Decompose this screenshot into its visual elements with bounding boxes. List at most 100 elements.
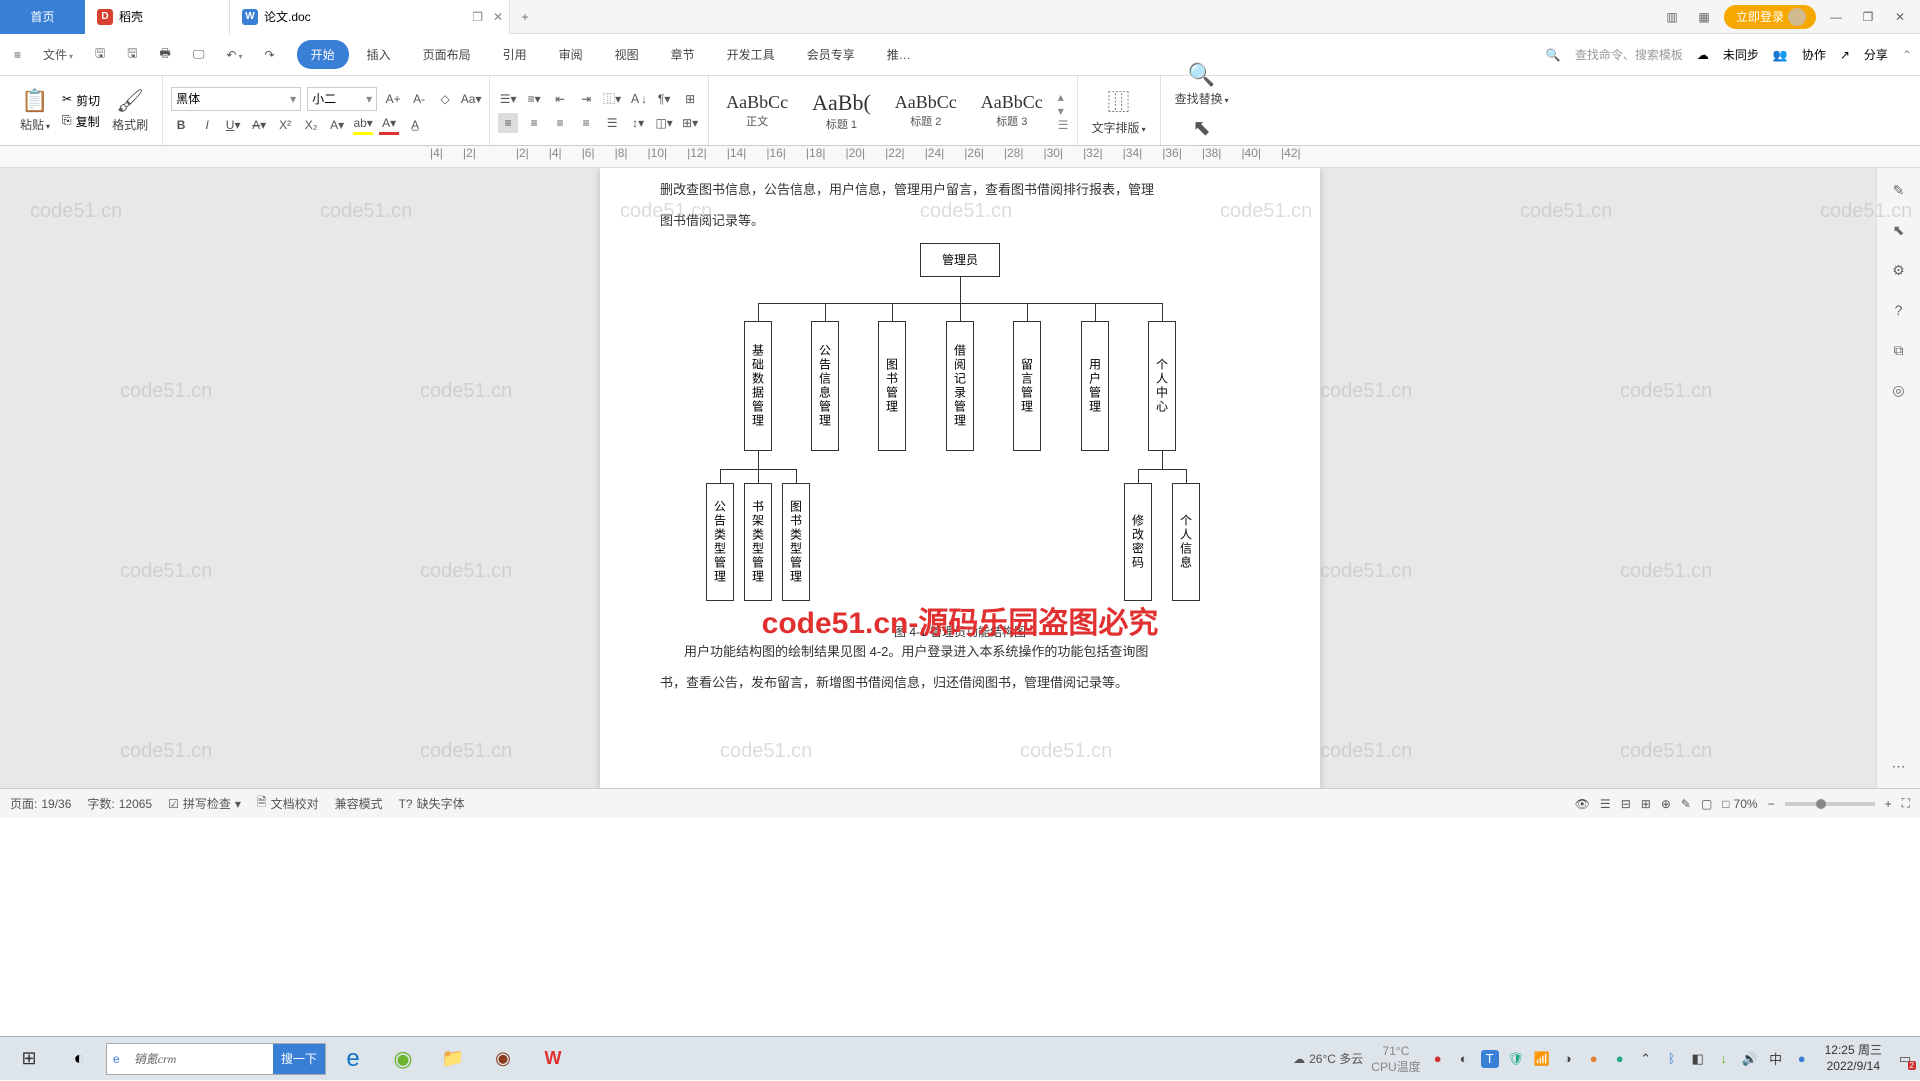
tab-stop-icon[interactable]: ⊞ [680,89,700,109]
sliders-icon[interactable]: ⚙ [1887,258,1911,282]
tray-icon-8[interactable]: ● [1611,1050,1629,1068]
font-color-button[interactable]: A▾ [379,115,399,135]
paste-button[interactable]: 📋 粘贴 [14,84,56,137]
taskbar-search[interactable]: e 销氪crm 搜一下 [106,1043,326,1075]
minimize-button[interactable]: — [1824,5,1848,29]
grid-apps-icon[interactable]: ▦ [1692,5,1716,29]
more-icon[interactable]: ⋯ [1887,754,1911,778]
help-icon[interactable]: ? [1887,298,1911,322]
pen-icon[interactable]: ✎ [1681,797,1691,811]
tray-icon-3[interactable]: T [1481,1050,1499,1068]
cloud-icon[interactable]: ☁ [1697,48,1709,62]
window-split-icon[interactable]: ❐ [472,10,483,24]
align-justify-button[interactable]: ≡ [576,113,596,133]
collapse-ribbon-icon[interactable]: ⌃ [1902,48,1912,62]
outline-view-icon[interactable]: ⊟ [1621,797,1631,811]
change-case-icon[interactable]: Aa▾ [461,89,481,109]
missing-font[interactable]: T? 缺失字体 [399,795,465,812]
read-view-icon[interactable]: ☰ [1600,797,1611,811]
share-label[interactable]: 分享 [1864,46,1888,63]
tray-browser-icon[interactable]: ● [1793,1050,1811,1068]
tab-more[interactable]: 推… [873,40,925,69]
italic-button[interactable]: I [197,115,217,135]
collab-label[interactable]: 协作 [1802,46,1826,63]
document-page[interactable]: 删改查图书信息，公告信息，用户信息，管理用户留言，查看图书借阅排行报表，管理 图… [600,168,1320,788]
notifications-icon[interactable]: ▭2 [1896,1050,1914,1068]
print-preview-icon[interactable]: 🖵 [187,43,211,66]
taskbar-clock[interactable]: 12:25 周三 2022/9/14 [1819,1043,1888,1074]
zoom-out-button[interactable]: − [1768,797,1775,811]
hamburger-icon[interactable]: ≡ [8,44,27,66]
globe-icon[interactable]: ⊕ [1661,797,1671,811]
screenshot-icon[interactable]: ⧉ [1887,338,1911,362]
tray-shield-icon[interactable]: 🛡 [1507,1050,1525,1068]
mini-toolbar-icon[interactable]: ▥ [1660,5,1684,29]
tray-volume-icon[interactable]: 🔊 [1741,1050,1759,1068]
restore-button[interactable]: ❐ [1856,5,1880,29]
style-normal[interactable]: AaBbCc正文 [717,87,797,134]
start-button[interactable]: ⊞ [6,1037,52,1081]
style-h2[interactable]: AaBbCc标题 2 [886,87,966,134]
show-marks-icon[interactable]: ¶▾ [654,89,674,109]
save-as-icon[interactable]: 🖫 [121,40,143,69]
chevron-up-icon[interactable]: ▴ [1058,90,1069,104]
format-painter-button[interactable]: 🖌 格式刷 [106,84,154,137]
tab-refs[interactable]: 引用 [489,40,541,69]
location-icon[interactable]: ◎ [1887,378,1911,402]
tray-wifi-icon[interactable]: 📶 [1533,1050,1551,1068]
tray-icon-11[interactable]: ↓ [1715,1050,1733,1068]
unsync-label[interactable]: 未同步 [1723,46,1759,63]
cpu-temp[interactable]: 71°C CPU温度 [1371,1045,1420,1073]
distribute-button[interactable]: ☰ [602,113,622,133]
superscript-button[interactable]: X² [275,115,295,135]
fullscreen-icon[interactable]: ⛶ [1902,796,1910,811]
collab-icon[interactable]: 👥 [1773,48,1788,62]
tray-chevron-icon[interactable]: ⌃ [1637,1050,1655,1068]
numbering-button[interactable]: ≡▾ [524,89,544,109]
indent-left-button[interactable]: ⇤ [550,89,570,109]
line-spacing-button[interactable]: ↕▾ [628,113,648,133]
tab-member[interactable]: 会员专享 [793,40,869,69]
text-layout-button[interactable]: ⿲ 文字排版 [1086,81,1152,140]
highlight-button[interactable]: ab▾ [353,115,373,135]
align-left-button[interactable]: ≡ [498,113,518,133]
cut-button[interactable]: ✂剪切 [62,92,100,109]
border-button[interactable]: ⊞▾ [680,113,700,133]
tab-dev[interactable]: 开发工具 [713,40,789,69]
sort-icon[interactable]: Ａ↓ [628,89,648,109]
tab-document[interactable]: W 论文.doc ❐ ✕ [230,0,510,34]
tab-layout[interactable]: 页面布局 [409,40,485,69]
tray-icon-1[interactable]: ● [1429,1050,1447,1068]
char-border-icon[interactable]: A̲ [405,115,425,135]
tab-start[interactable]: 开始 [297,40,349,69]
underline-button[interactable]: U▾ [223,115,243,135]
login-button[interactable]: 立即登录 [1724,5,1816,29]
bold-button[interactable]: B [171,115,191,135]
undo-button[interactable]: ↶ [220,44,248,66]
tab-insert[interactable]: 插入 [353,40,405,69]
tab-view[interactable]: 视图 [601,40,653,69]
ime-indicator[interactable]: 中 [1767,1050,1785,1068]
search-submit-button[interactable]: 搜一下 [273,1044,325,1074]
pointer-icon[interactable]: ⬉ [1887,218,1911,242]
redo-button[interactable]: ↷ [259,44,281,66]
explorer-icon[interactable]: 📁 [430,1037,476,1081]
proof-button[interactable]: 🗎文档校对 [257,793,319,814]
zoom-label[interactable]: □ 70% [1722,797,1757,811]
tray-icon-10[interactable]: ◧ [1689,1050,1707,1068]
zoom-in-button[interactable]: + [1885,797,1892,811]
asian-layout-icon[interactable]: ⿲▾ [602,89,622,109]
eye-icon[interactable]: 👁 [1575,797,1590,811]
spellcheck-button[interactable]: ☑拼写检查 ▾ [168,795,241,812]
app-mask-icon[interactable]: ◉ [480,1037,526,1081]
indent-right-button[interactable]: ⇥ [576,89,596,109]
font-size-select[interactable]: 小二▾ [307,87,377,111]
copilot-icon[interactable]: ◐ [56,1037,102,1081]
browser-icon[interactable]: ◉ [380,1037,426,1081]
zoom-slider[interactable] [1785,802,1875,806]
styles-more-icon[interactable]: ☰ [1058,118,1069,132]
tray-icon-7[interactable]: ● [1585,1050,1603,1068]
wps-icon[interactable]: W [530,1037,576,1081]
style-h1[interactable]: AaBb(标题 1 [803,85,880,137]
search-input[interactable]: 销氪crm [126,1050,273,1067]
